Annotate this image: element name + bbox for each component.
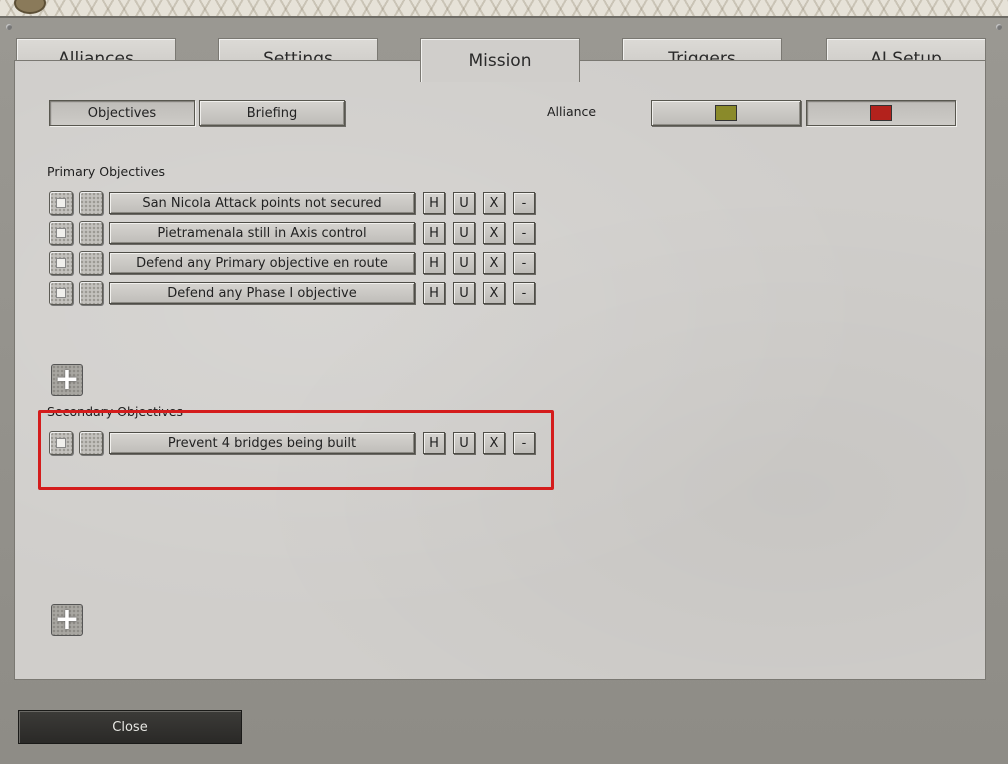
objective-remove-button[interactable]: - (513, 282, 535, 304)
objective-x-button[interactable]: X (483, 192, 505, 214)
objective-u-button[interactable]: U (453, 192, 475, 214)
objective-h-button[interactable]: H (423, 432, 445, 454)
alliance-button-allies[interactable] (651, 100, 801, 126)
objective-u-button[interactable]: U (453, 222, 475, 244)
add-primary-objective-button[interactable]: + (51, 364, 83, 396)
primary-objectives-heading: Primary Objectives (47, 164, 166, 179)
objective-h-button[interactable]: H (423, 282, 445, 304)
objective-name-button[interactable]: Pietramenala still in Axis control (109, 222, 415, 244)
objective-checkbox[interactable] (49, 251, 73, 275)
objective-remove-button[interactable]: - (513, 192, 535, 214)
objective-name-button[interactable]: Prevent 4 bridges being built (109, 432, 415, 454)
objective-u-button[interactable]: U (453, 282, 475, 304)
objective-x-button[interactable]: X (483, 252, 505, 274)
objective-marker-toggle[interactable] (79, 281, 103, 305)
objectives-subtab[interactable]: Objectives (49, 100, 195, 126)
objective-u-button[interactable]: U (453, 252, 475, 274)
objective-marker-toggle[interactable] (79, 251, 103, 275)
plus-icon: + (54, 362, 80, 397)
objective-checkbox[interactable] (49, 221, 73, 245)
plus-icon: + (54, 602, 80, 637)
objective-u-button[interactable]: U (453, 432, 475, 454)
objective-name-button[interactable]: San Nicola Attack points not secured (109, 192, 415, 214)
objective-checkbox[interactable] (49, 281, 73, 305)
objective-h-button[interactable]: H (423, 192, 445, 214)
objective-marker-toggle[interactable] (79, 221, 103, 245)
objective-checkbox[interactable] (49, 191, 73, 215)
objective-remove-button[interactable]: - (513, 252, 535, 274)
tab-mission[interactable]: Mission (420, 38, 580, 82)
close-button[interactable]: Close (18, 710, 242, 744)
objective-checkbox[interactable] (49, 431, 73, 455)
objective-name-button[interactable]: Defend any Phase I objective (109, 282, 415, 304)
objective-h-button[interactable]: H (423, 222, 445, 244)
alliance-button-axis[interactable] (806, 100, 956, 126)
objective-marker-toggle[interactable] (79, 191, 103, 215)
objective-marker-toggle[interactable] (79, 431, 103, 455)
objective-h-button[interactable]: H (423, 252, 445, 274)
alliance-color-swatch (715, 105, 737, 121)
rivet-icon (6, 24, 12, 30)
objective-remove-button[interactable]: - (513, 222, 535, 244)
objective-x-button[interactable]: X (483, 282, 505, 304)
objective-remove-button[interactable]: - (513, 432, 535, 454)
add-secondary-objective-button[interactable]: + (51, 604, 83, 636)
objective-name-button[interactable]: Defend any Primary objective en route (109, 252, 415, 274)
secondary-objectives-heading: Secondary Objectives (47, 404, 183, 419)
rivet-icon (996, 24, 1002, 30)
mission-panel: Objectives Briefing Alliance Primary Obj… (14, 60, 986, 680)
alliance-label: Alliance (547, 104, 597, 119)
briefing-subtab[interactable]: Briefing (199, 100, 345, 126)
alliance-color-swatch (870, 105, 892, 121)
objective-x-button[interactable]: X (483, 222, 505, 244)
objective-x-button[interactable]: X (483, 432, 505, 454)
